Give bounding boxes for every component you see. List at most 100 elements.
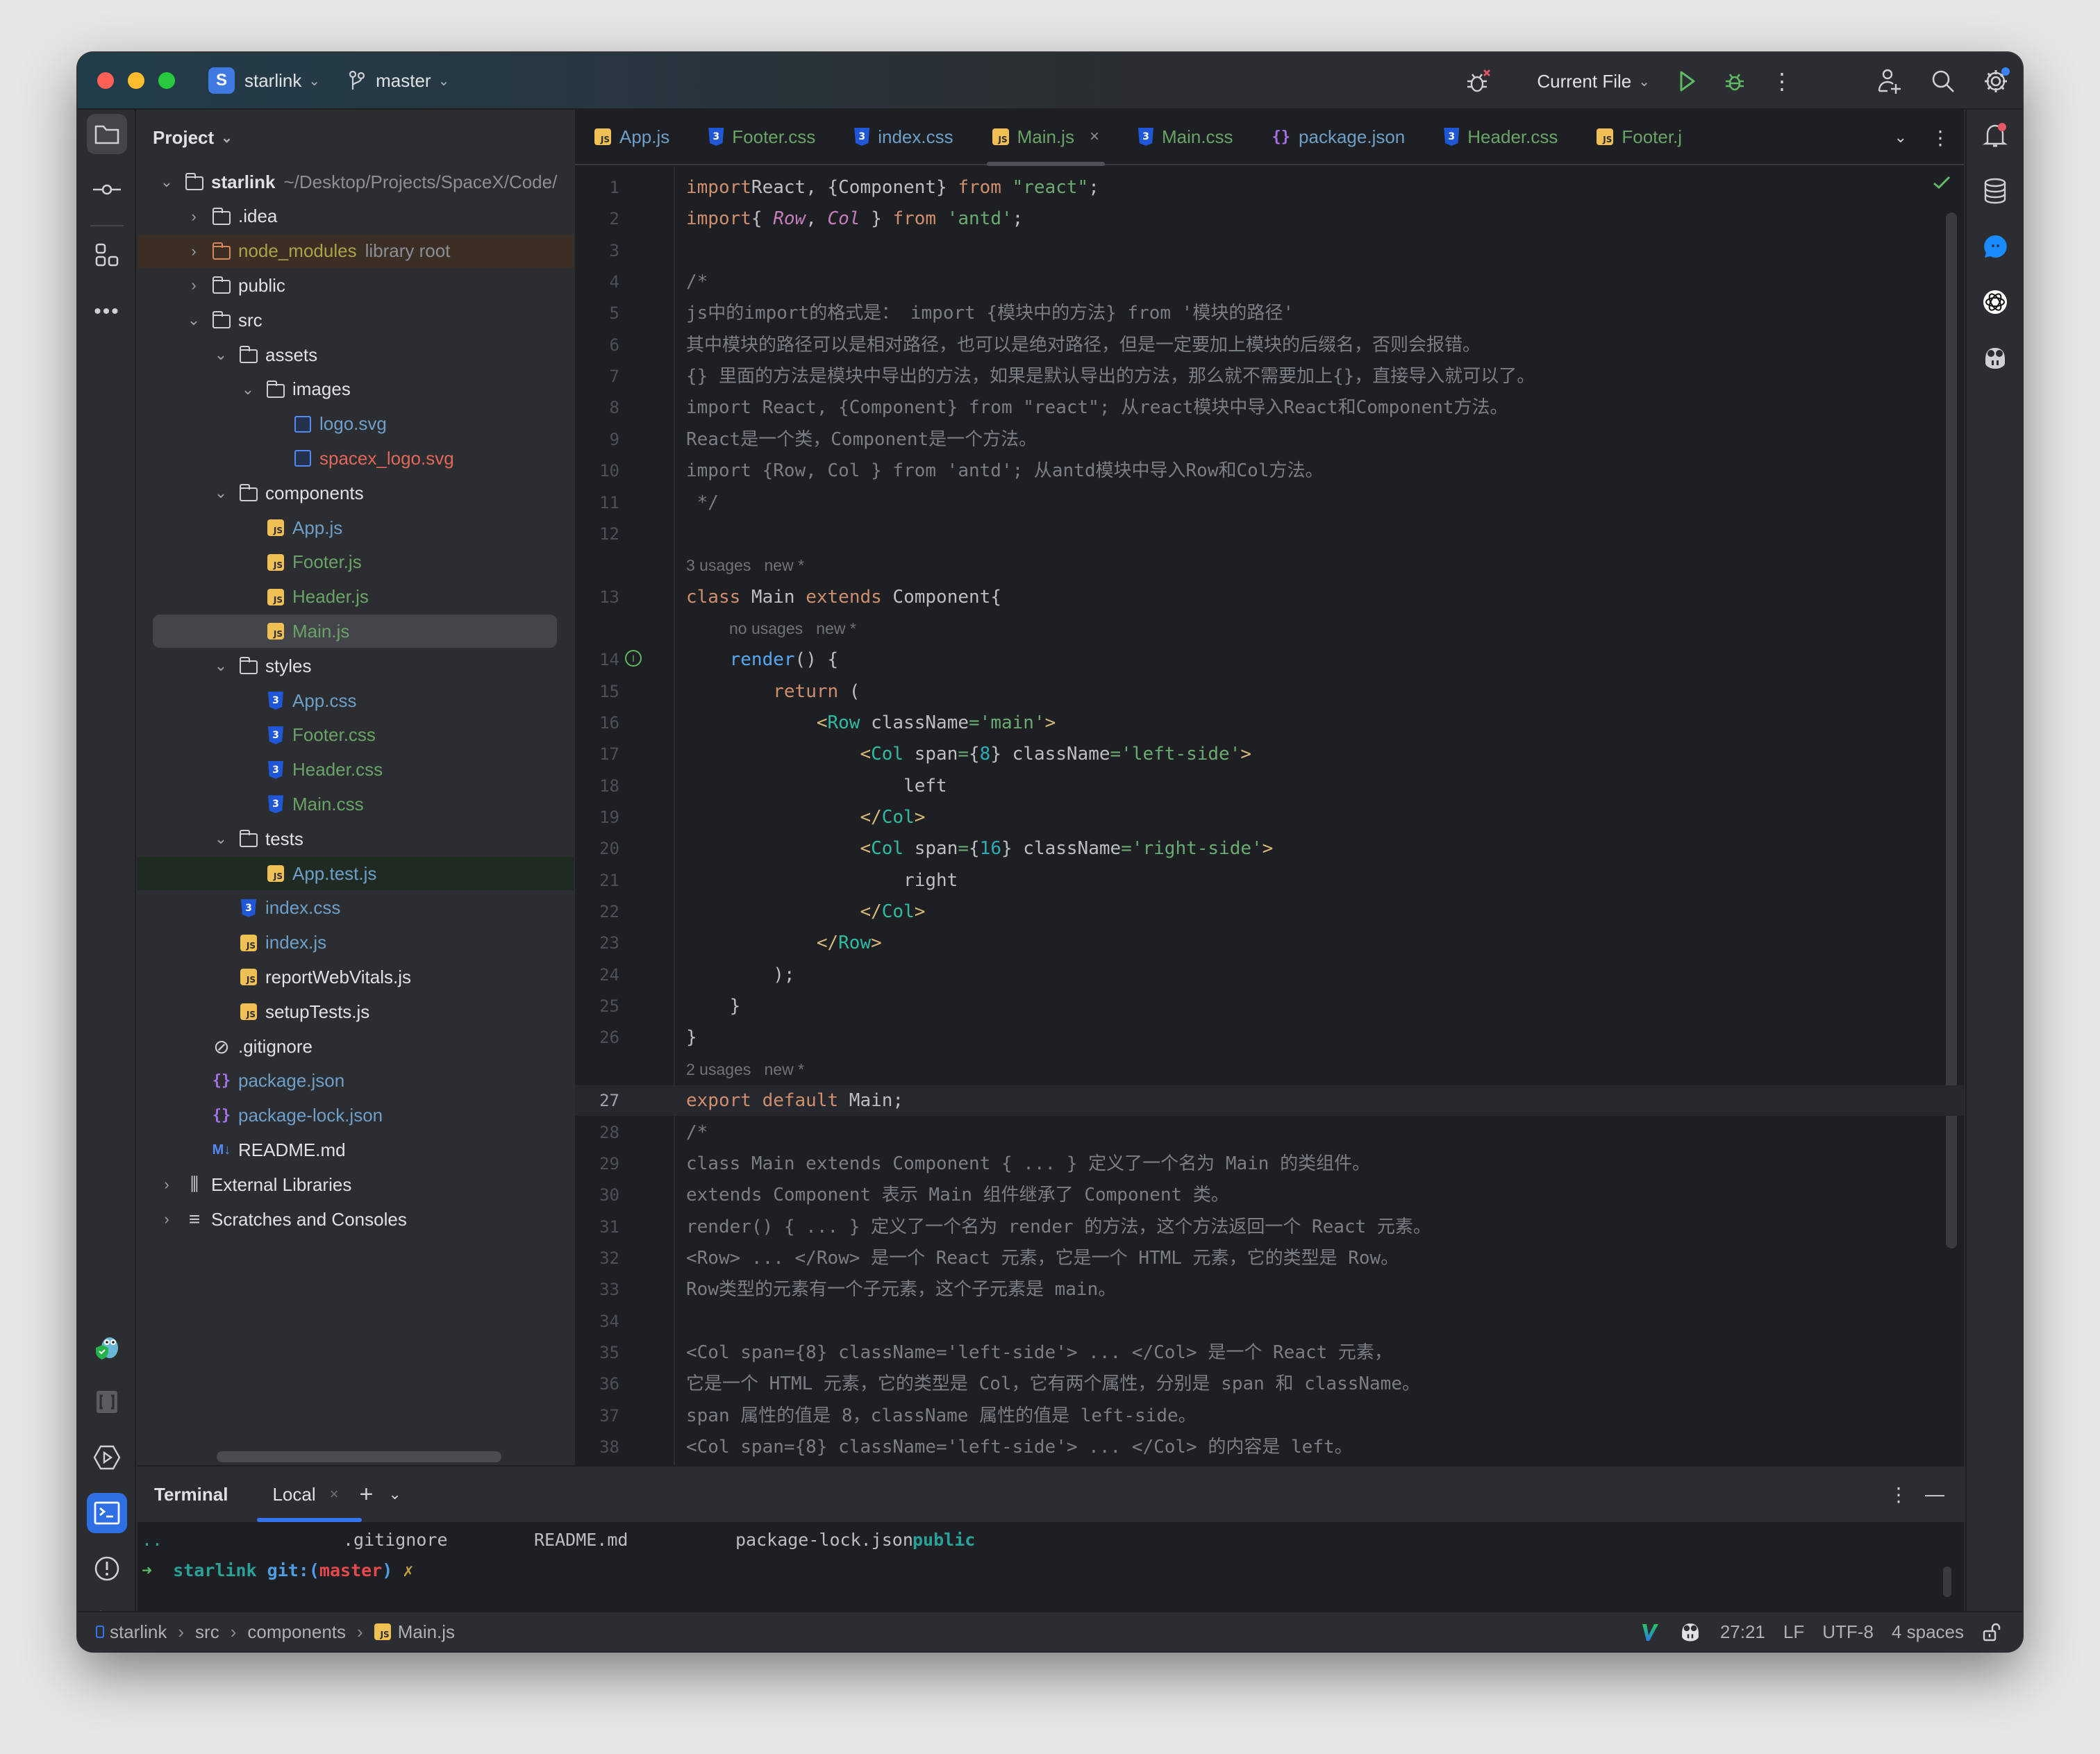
tree-item-src[interactable]: ⌄ src bbox=[138, 303, 574, 337]
hide-panel-icon[interactable]: — bbox=[1925, 1483, 1944, 1505]
project-panel-header[interactable]: Project ⌄ bbox=[138, 110, 574, 165]
notifications-button[interactable] bbox=[1976, 117, 2014, 154]
editor-tab-main-js[interactable]: JS Main.js × bbox=[973, 109, 1119, 166]
tree-item-footer-js[interactable]: JS Footer.js bbox=[138, 546, 574, 579]
editor-tab-index-css[interactable]: 3 index.css bbox=[835, 109, 972, 165]
project-switcher[interactable]: S starlink ⌄ bbox=[175, 67, 320, 94]
tree-item-package-json[interactable]: {} package.json bbox=[138, 1064, 574, 1098]
minimize-window-button[interactable] bbox=[128, 72, 144, 89]
tree-item-assets[interactable]: ⌄ assets bbox=[138, 338, 574, 371]
tree-item-logo-svg[interactable]: logo.svg bbox=[138, 408, 574, 441]
tree-item-header-js[interactable]: JS Header.js bbox=[138, 581, 574, 614]
tree-item-scratches-and-consoles[interactable]: › ≡ Scratches and Consoles bbox=[138, 1203, 574, 1236]
go-plugin-tool-button[interactable] bbox=[87, 1326, 127, 1367]
chevron-right-icon[interactable]: › bbox=[160, 1210, 174, 1228]
chevron-down-icon[interactable]: ⌄ bbox=[214, 830, 228, 848]
editor-tab-package-json[interactable]: {} package.json bbox=[1253, 109, 1425, 165]
chevron-right-icon[interactable]: › bbox=[187, 276, 201, 294]
tree-item-setuptests-js[interactable]: JS setupTests.js bbox=[138, 995, 574, 1028]
chat-assistant-button[interactable] bbox=[1976, 228, 2014, 265]
tree-item-external-libraries[interactable]: › ⫼ External Libraries bbox=[138, 1168, 574, 1201]
chevron-down-icon[interactable]: ⌄ bbox=[241, 381, 255, 399]
tree-item-styles[interactable]: ⌄ styles bbox=[138, 649, 574, 683]
search-button[interactable] bbox=[1926, 65, 1960, 98]
code-vision-hint[interactable]: no usages new * bbox=[729, 613, 856, 644]
tree-item-app-test-js[interactable]: JS App.test.js bbox=[138, 857, 574, 890]
debug-stopped-button[interactable] bbox=[1462, 65, 1495, 98]
editor-tab-header-css[interactable]: 3 Header.css bbox=[1424, 109, 1577, 165]
breadcrumb-item[interactable]: src bbox=[195, 1621, 219, 1643]
tree-item--gitignore[interactable]: ⊘ .gitignore bbox=[138, 1030, 574, 1063]
tree-item-index-js[interactable]: JS index.js bbox=[138, 926, 574, 960]
chevron-right-icon[interactable]: › bbox=[187, 242, 201, 260]
tree-item-public[interactable]: › public bbox=[138, 269, 574, 302]
run-configuration-dropdown[interactable]: Current File ⌄ bbox=[1537, 71, 1650, 92]
code-vision-hint[interactable]: 2 usages new * bbox=[686, 1054, 804, 1085]
problems-tool-button[interactable] bbox=[87, 1548, 127, 1589]
tree-item-app-css[interactable]: 3 App.css bbox=[138, 684, 574, 717]
vim-plugin-icon[interactable] bbox=[1640, 1621, 1660, 1642]
editor-tab-main-css[interactable]: 3 Main.css bbox=[1119, 109, 1253, 165]
tree-item-tests[interactable]: ⌄ tests bbox=[138, 822, 574, 855]
tabs-overflow-chevron-icon[interactable]: ⌄ bbox=[1894, 128, 1907, 147]
tree-item-footer-css[interactable]: 3 Footer.css bbox=[138, 719, 574, 752]
chevron-down-icon[interactable]: ⌄ bbox=[214, 657, 228, 675]
close-tab-icon[interactable]: × bbox=[1090, 127, 1099, 147]
tree-item-spacex-logo-svg[interactable]: spacex_logo.svg bbox=[138, 442, 574, 475]
settings-button[interactable] bbox=[1979, 65, 2012, 98]
run-button[interactable] bbox=[1671, 65, 1704, 98]
chevron-right-icon[interactable]: › bbox=[187, 208, 201, 226]
terminal-tool-button[interactable] bbox=[87, 1493, 127, 1533]
no-problems-check-icon[interactable] bbox=[1932, 175, 1951, 190]
tree-item-readme-md[interactable]: M↓ README.md bbox=[138, 1133, 574, 1167]
breadcrumb-item[interactable]: components bbox=[247, 1621, 346, 1643]
editor-tab-footer-css[interactable]: 3 Footer.css bbox=[689, 109, 835, 165]
code-vision-hint[interactable]: 3 usages new * bbox=[686, 550, 804, 581]
openai-button[interactable] bbox=[1976, 283, 2014, 321]
tree-item-main-css[interactable]: 3 Main.css bbox=[138, 787, 574, 821]
tree-item-package-lock-json[interactable]: {} package-lock.json bbox=[138, 1099, 574, 1133]
close-window-button[interactable] bbox=[97, 72, 114, 89]
copilot-button[interactable] bbox=[1976, 339, 2014, 376]
tree-item-starlink[interactable]: ⌄ starlink ~/Desktop/Projects/SpaceX/Code/ bbox=[138, 165, 574, 199]
more-actions-button[interactable]: ⋮ bbox=[1765, 65, 1799, 98]
project-horizontal-scrollbar[interactable] bbox=[217, 1451, 501, 1462]
new-terminal-plus-icon[interactable]: + bbox=[359, 1481, 373, 1508]
caret-position[interactable]: 27:21 bbox=[1720, 1621, 1765, 1643]
implements-method-icon[interactable]: I bbox=[625, 650, 642, 667]
tree-item-app-js[interactable]: JS App.js bbox=[138, 511, 574, 544]
editor-tab-footer-j[interactable]: JS Footer.j bbox=[1577, 109, 1701, 165]
tree-item-index-css[interactable]: 3 index.css bbox=[138, 892, 574, 925]
code-editor[interactable]: 1 importReact, {Component} from "react"; 2… bbox=[575, 167, 1964, 1488]
terminal-more-icon[interactable]: ⋮ bbox=[1889, 1483, 1908, 1506]
structure-tool-button[interactable] bbox=[87, 235, 127, 275]
terminal-tab-local[interactable]: Local × bbox=[257, 1467, 362, 1522]
tree-item-images[interactable]: ⌄ images bbox=[138, 373, 574, 406]
tree-item-main-js[interactable]: JS Main.js bbox=[153, 615, 557, 649]
file-encoding[interactable]: UTF-8 bbox=[1822, 1621, 1874, 1643]
editor-tab-app-js[interactable]: JS App.js bbox=[575, 109, 689, 165]
json-tool-button[interactable] bbox=[87, 1382, 127, 1422]
chevron-right-icon[interactable]: › bbox=[160, 1176, 174, 1194]
commit-tool-button[interactable] bbox=[87, 169, 127, 210]
indent-setting[interactable]: 4 spaces bbox=[1892, 1621, 1964, 1643]
chevron-down-icon[interactable]: ⌄ bbox=[160, 173, 174, 191]
tabs-more-icon[interactable]: ⋮ bbox=[1931, 126, 1950, 149]
project-tool-button[interactable] bbox=[87, 114, 127, 154]
code-with-me-button[interactable] bbox=[1874, 65, 1907, 98]
tree-item-reportwebvitals-js[interactable]: JS reportWebVitals.js bbox=[138, 960, 574, 994]
tree-item-components[interactable]: ⌄ components bbox=[138, 476, 574, 510]
debug-button[interactable] bbox=[1718, 65, 1751, 98]
branch-switcher[interactable]: master ⌄ bbox=[348, 70, 449, 92]
terminal-scrollbar[interactable] bbox=[1943, 1567, 1951, 1597]
database-button[interactable] bbox=[1976, 172, 2014, 210]
tree-item-node-modules[interactable]: › node_modules library root bbox=[138, 234, 574, 268]
more-tools-button[interactable]: ••• bbox=[87, 292, 127, 332]
chevron-down-icon[interactable]: ⌄ bbox=[214, 346, 228, 364]
tree-item--idea[interactable]: › .idea bbox=[138, 200, 574, 233]
tree-item-header-css[interactable]: 3 Header.css bbox=[138, 753, 574, 787]
terminal-options-chevron-icon[interactable]: ⌄ bbox=[388, 1485, 401, 1503]
line-ending[interactable]: LF bbox=[1783, 1621, 1804, 1643]
services-tool-button[interactable] bbox=[87, 1437, 127, 1478]
maximize-window-button[interactable] bbox=[158, 72, 175, 89]
